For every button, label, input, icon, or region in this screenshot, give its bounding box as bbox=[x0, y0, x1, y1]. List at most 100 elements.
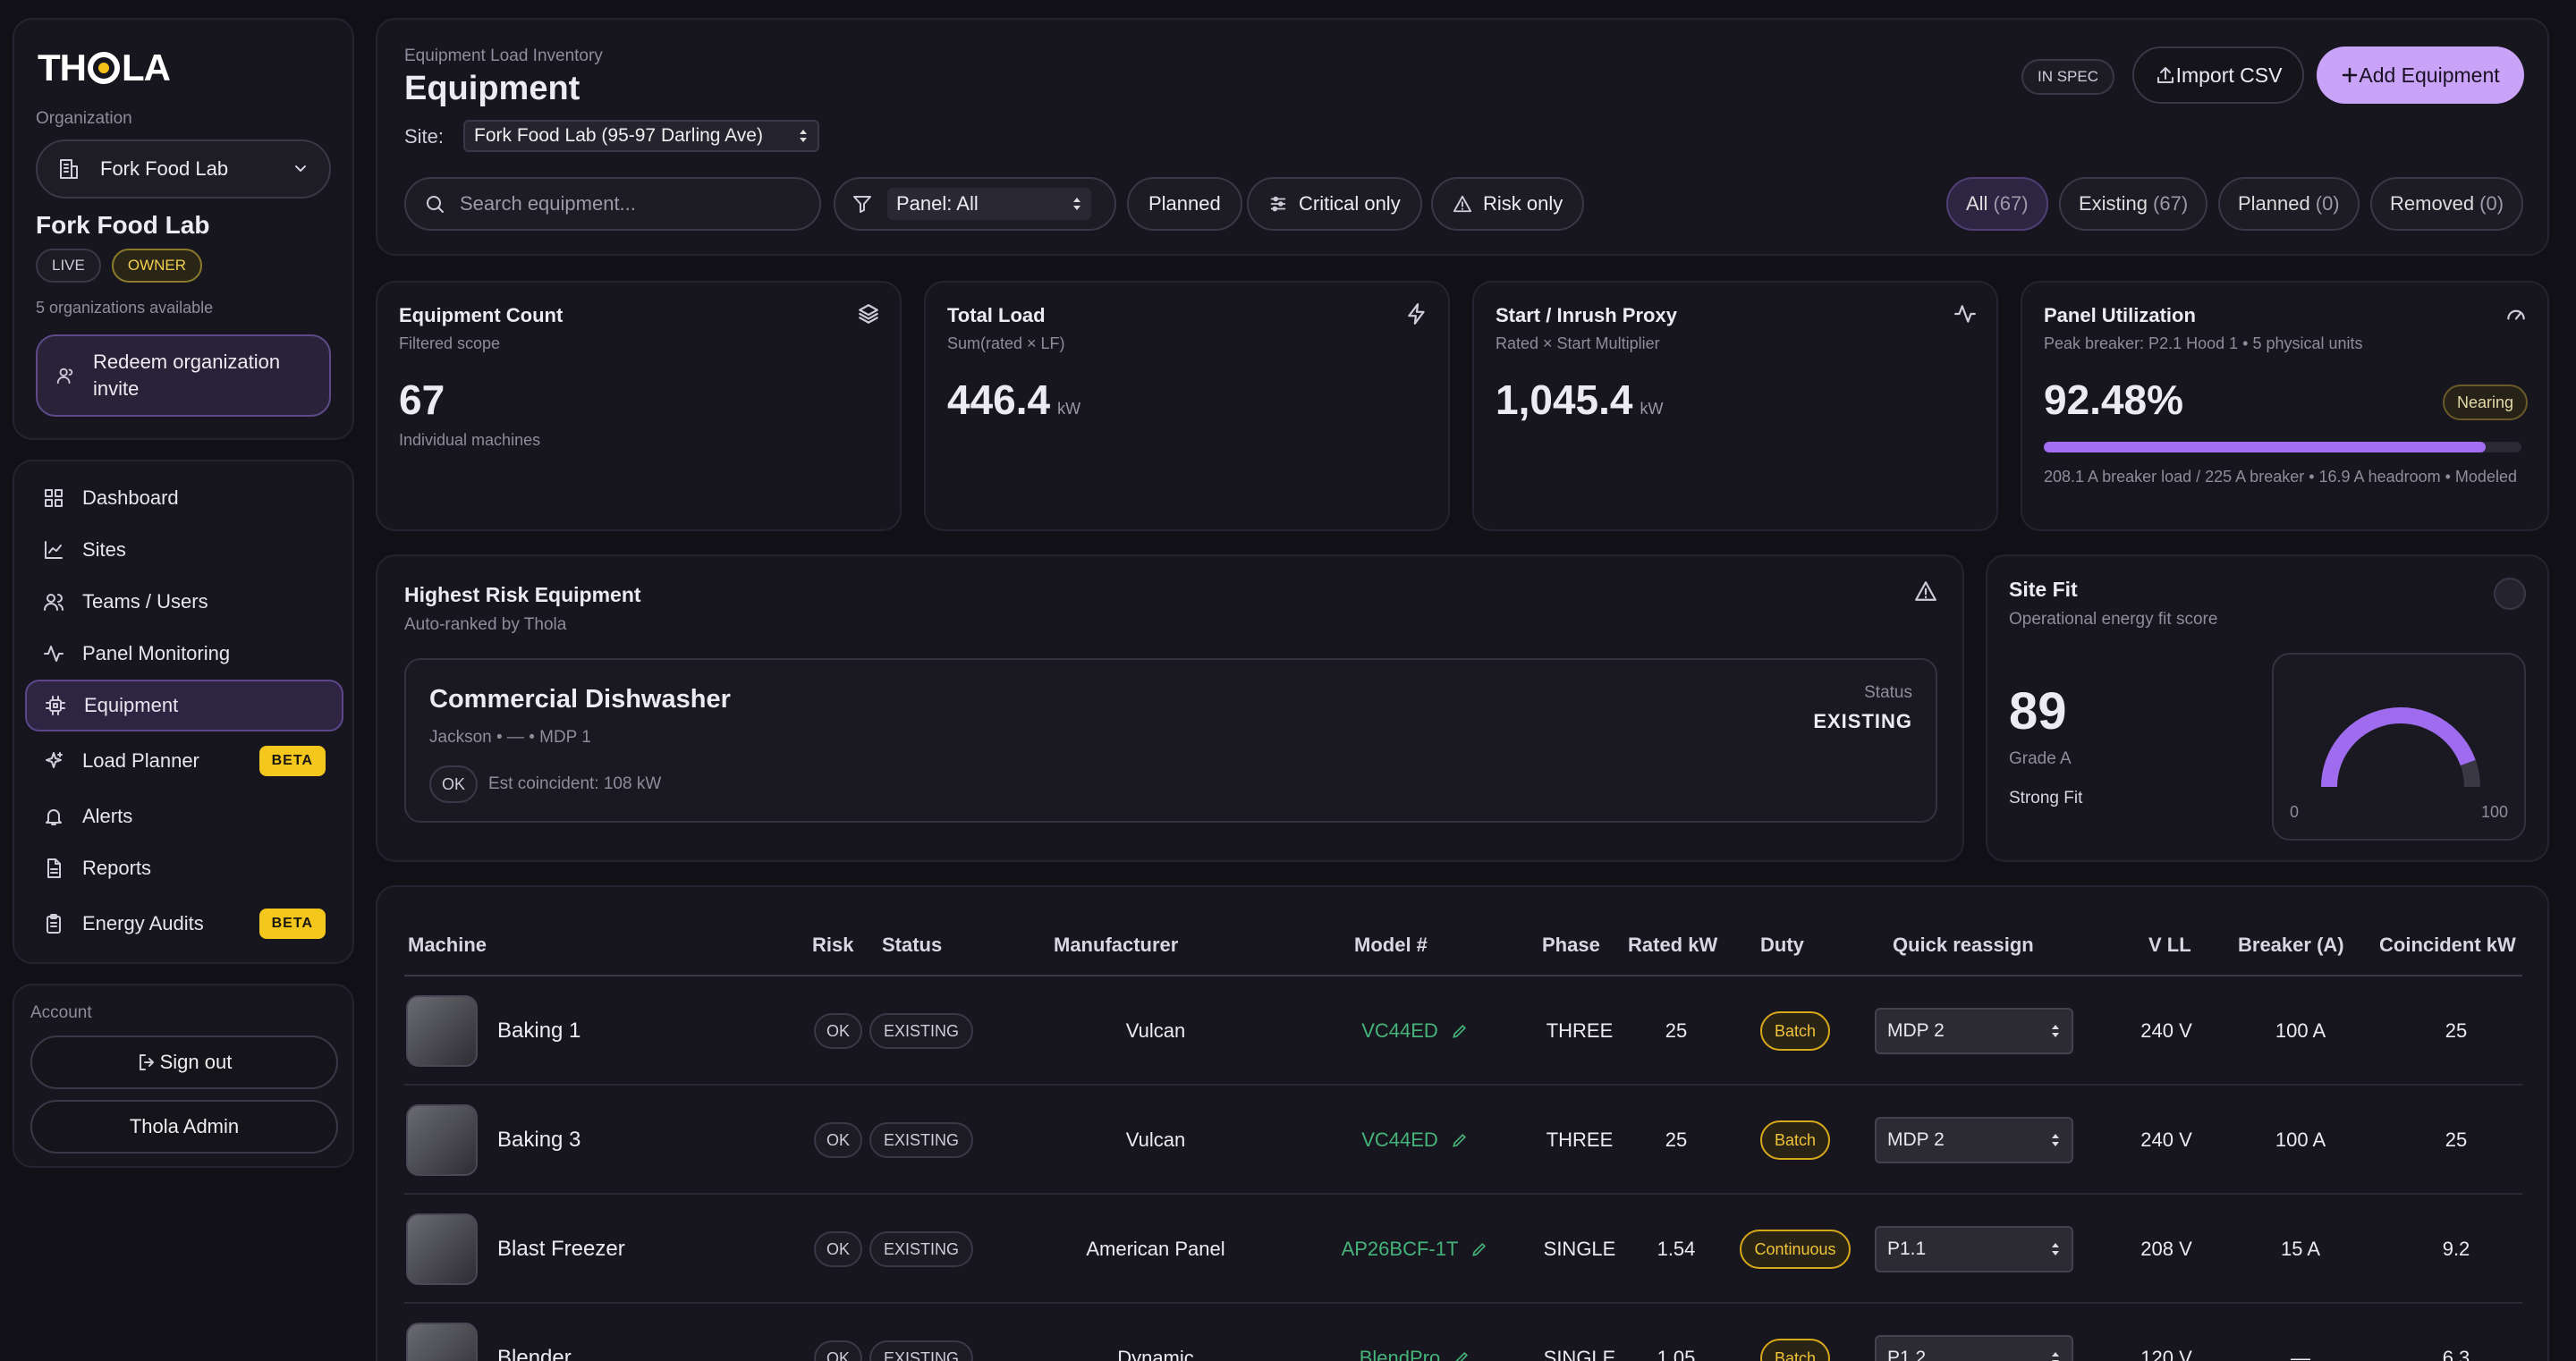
panel-utilization-card: Panel Utilization Peak breaker: P2.1 Hoo… bbox=[2021, 281, 2549, 531]
bell-icon bbox=[46, 809, 62, 825]
panel-select[interactable]: Panel: All bbox=[887, 188, 1091, 220]
machine-name[interactable]: Baking 1 bbox=[497, 1019, 580, 1044]
card-subtitle: Filtered scope bbox=[399, 334, 501, 352]
search-placeholder: Search equipment... bbox=[460, 192, 636, 215]
col-header-duty[interactable]: Duty bbox=[1760, 934, 1804, 957]
edit-pencil-icon[interactable] bbox=[1451, 1022, 1469, 1040]
panel-title: Site Fit bbox=[2009, 578, 2078, 601]
tab-all[interactable]: All (67) bbox=[1946, 177, 2048, 231]
rated-value: 1.54 bbox=[1657, 1238, 1696, 1260]
sign-out-button[interactable]: Sign out bbox=[30, 1036, 338, 1089]
tab-existing[interactable]: Existing (67) bbox=[2059, 177, 2208, 231]
sidebar-item-equipment[interactable]: Equipment bbox=[25, 680, 343, 731]
edit-pencil-icon[interactable] bbox=[1470, 1240, 1488, 1258]
machine-name[interactable]: Baking 3 bbox=[497, 1128, 580, 1153]
col-header-manufacturer[interactable]: Manufacturer bbox=[1054, 934, 1178, 957]
risk-only-chip[interactable]: Risk only bbox=[1431, 177, 1585, 231]
coincident-cell: 9.2 bbox=[2390, 1195, 2522, 1304]
breaker-cell: 15 A bbox=[2229, 1195, 2372, 1304]
sidebar-item-sites[interactable]: Sites bbox=[25, 524, 343, 576]
sidebar-item-dashboard[interactable]: Dashboard bbox=[25, 472, 343, 524]
manufacturer-value: Dynamic bbox=[1117, 1347, 1194, 1361]
sidebar-item-teams[interactable]: Teams / Users bbox=[25, 576, 343, 628]
status-label: Status bbox=[1864, 683, 1912, 702]
vll-cell: 208 V bbox=[2122, 1195, 2211, 1304]
reassign-select[interactable]: P1.2 bbox=[1875, 1335, 2073, 1361]
sidebar-item-panel-monitoring[interactable]: Panel Monitoring bbox=[25, 628, 343, 680]
col-header-machine[interactable]: Machine bbox=[408, 934, 487, 957]
panel-subtitle: Auto-ranked by Thola bbox=[404, 615, 567, 634]
machine-thumbnail[interactable] bbox=[406, 1104, 478, 1176]
redeem-invite-button[interactable]: Redeem organization invite bbox=[36, 334, 331, 417]
machine-name[interactable]: Blast Freezer bbox=[497, 1237, 625, 1262]
file-icon bbox=[47, 858, 61, 878]
chevron-down-icon bbox=[295, 165, 306, 172]
machine-thumbnail[interactable] bbox=[406, 995, 478, 1067]
tab-planned[interactable]: Planned (0) bbox=[2218, 177, 2360, 231]
tab-label: Removed bbox=[2390, 192, 2475, 215]
duty-badge: Continuous bbox=[1740, 1230, 1851, 1269]
sidebar-item-reports[interactable]: Reports bbox=[25, 842, 343, 894]
reassign-select[interactable]: MDP 2 bbox=[1875, 1117, 2073, 1163]
org-select-value: Fork Food Lab bbox=[100, 157, 229, 180]
panel-filter[interactable]: Panel: All bbox=[834, 177, 1116, 231]
sidebar-item-load-planner[interactable]: Load Planner BETA bbox=[25, 735, 343, 787]
col-header-phase[interactable]: Phase bbox=[1542, 934, 1600, 957]
risk-ok-badge: OK bbox=[429, 765, 478, 803]
phase-cell: SINGLE bbox=[1535, 1304, 1624, 1361]
gauge-min: 0 bbox=[2290, 803, 2300, 821]
reassign-select[interactable]: P1.1 bbox=[1875, 1226, 2073, 1272]
status-badge: EXISTING bbox=[869, 1013, 973, 1049]
risk-equipment-card[interactable]: Commercial Dishwasher Jackson • — • MDP … bbox=[404, 658, 1937, 823]
reassign-cell: MDP 2 bbox=[1875, 1086, 2073, 1195]
risk-cell: OK bbox=[810, 1304, 866, 1361]
machine-name[interactable]: Blender bbox=[497, 1346, 572, 1361]
chip-label: Critical only bbox=[1299, 192, 1401, 215]
status-cell: EXISTING bbox=[868, 1086, 975, 1195]
col-header-risk[interactable]: Risk bbox=[812, 934, 853, 957]
risk-cell: OK bbox=[810, 1195, 866, 1304]
col-header-vll[interactable]: V LL bbox=[2148, 934, 2191, 957]
gauge-max: 100 bbox=[2480, 803, 2508, 821]
add-equipment-button[interactable]: Add Equipment bbox=[2317, 46, 2524, 104]
site-select-value: Fork Food Lab (95-97 Darling Ave) bbox=[474, 125, 763, 146]
col-header-breaker[interactable]: Breaker (A) bbox=[2238, 934, 2344, 957]
search-input[interactable]: Search equipment... bbox=[404, 177, 821, 231]
col-header-coincident-kw[interactable]: Coincident kW bbox=[2379, 934, 2516, 957]
planned-filter-chip[interactable]: Planned bbox=[1127, 177, 1242, 231]
critical-only-chip[interactable]: Critical only bbox=[1247, 177, 1422, 231]
coincident-value: 6.3 bbox=[2442, 1347, 2470, 1361]
thola-logo[interactable]: TH LA bbox=[38, 46, 171, 89]
tab-label: Existing bbox=[2079, 192, 2148, 215]
col-header-status[interactable]: Status bbox=[882, 934, 942, 957]
col-header-quick-reassign[interactable]: Quick reassign bbox=[1893, 934, 2034, 957]
duty-badge: Batch bbox=[1759, 1120, 1831, 1160]
col-header-rated-kw[interactable]: Rated kW bbox=[1628, 934, 1717, 957]
edit-pencil-icon[interactable] bbox=[1453, 1349, 1470, 1361]
site-select[interactable]: Fork Food Lab (95-97 Darling Ave) bbox=[463, 120, 819, 152]
sidebar-item-energy-audits[interactable]: Energy Audits BETA bbox=[25, 898, 343, 950]
table-row[interactable]: Blender OK EXISTING Dynamic BlendPro SINGLE 1.… bbox=[404, 1304, 2522, 1361]
machine-thumbnail[interactable] bbox=[406, 1323, 478, 1361]
info-dot-icon[interactable] bbox=[2494, 578, 2526, 610]
status-badge: EXISTING bbox=[869, 1231, 973, 1267]
warning-icon bbox=[1915, 581, 1936, 601]
machine-thumbnail[interactable] bbox=[406, 1213, 478, 1285]
tab-removed[interactable]: Removed (0) bbox=[2370, 177, 2524, 231]
thola-admin-button[interactable]: Thola Admin bbox=[30, 1100, 338, 1154]
breaker-value: 100 A bbox=[2275, 1129, 2326, 1151]
table-row[interactable]: Baking 3 OK EXISTING Vulcan VC44ED THREE 25 Bat… bbox=[404, 1086, 2522, 1195]
select-arrows-icon bbox=[2052, 1352, 2059, 1361]
layers-icon bbox=[859, 304, 878, 324]
sidebar-item-alerts[interactable]: Alerts bbox=[25, 790, 343, 842]
col-header-model[interactable]: Model # bbox=[1354, 934, 1428, 957]
table-row[interactable]: Baking 1 OK EXISTING Vulcan VC44ED THREE 25 Bat… bbox=[404, 976, 2522, 1086]
sidebar-item-label: Dashboard bbox=[82, 486, 179, 509]
table-row[interactable]: Blast Freezer OK EXISTING American Panel AP2… bbox=[404, 1195, 2522, 1304]
reassign-value: P1.2 bbox=[1887, 1348, 1927, 1361]
import-csv-button[interactable]: Import CSV bbox=[2132, 46, 2304, 104]
org-select[interactable]: Fork Food Lab bbox=[36, 139, 331, 199]
rated-cell: 25 bbox=[1631, 1086, 1721, 1195]
edit-pencil-icon[interactable] bbox=[1451, 1131, 1469, 1149]
reassign-select[interactable]: MDP 2 bbox=[1875, 1008, 2073, 1054]
